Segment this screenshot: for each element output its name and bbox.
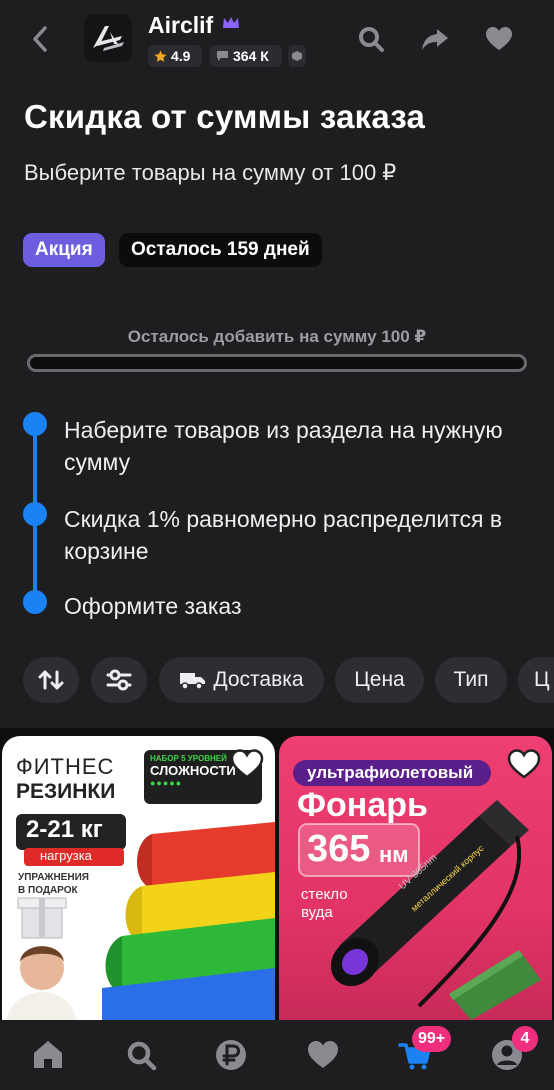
product2-title-line1: ультрафиолетовый (307, 763, 474, 782)
cart-count-badge: 99+ (412, 1026, 452, 1052)
step-2-text: Скидка 1% равномерно распределится в кор… (64, 506, 503, 564)
favorite-heart-icon[interactable] (230, 748, 264, 780)
type-filter[interactable]: Тип (435, 657, 507, 703)
delivery-filter[interactable]: Доставка (159, 657, 324, 703)
promo-page: Airclif 4.9 364 К Скидка от суммы заказа… (0, 0, 554, 1090)
promo-subtitle: Выберите товары на сумму от 100 ₽ (24, 160, 397, 185)
crown-icon (223, 17, 239, 28)
catalog-search-icon[interactable] (124, 1038, 158, 1072)
filter-bar: Доставка Цена Тип Ц (0, 657, 554, 705)
sort-icon (38, 670, 64, 690)
share-icon[interactable] (420, 24, 450, 54)
days-left-badge: Осталось 159 дней (119, 233, 322, 267)
product2-wavelength: 365 (307, 828, 371, 870)
search-icon[interactable] (356, 24, 386, 54)
step-dot-2 (23, 502, 47, 526)
truck-icon (180, 673, 206, 690)
store-name[interactable]: Airclif (148, 12, 213, 39)
profile-notification-badge: 4 (512, 1026, 538, 1052)
progress-bar (27, 354, 527, 372)
product1-gift-line2: В ПОДАРОК (18, 885, 78, 896)
back-arrow-icon[interactable] (26, 22, 56, 56)
airclif-logo-icon (93, 26, 124, 51)
rating-chip[interactable]: 4.9 (148, 45, 202, 67)
sliders-icon (106, 669, 132, 691)
step-dot-3 (23, 590, 47, 614)
step-1-text: Наберите товаров из раздела на нужную су… (64, 417, 503, 475)
product2-glass-line2: вуда (301, 904, 333, 921)
page-title: Скидка от суммы заказа (24, 98, 426, 135)
product-card-uv-flashlight[interactable]: ультрафиолетовый Фонарь 365 нм стекло ву… (279, 736, 552, 1020)
product1-load: нагрузка (40, 848, 92, 863)
home-icon[interactable] (31, 1038, 65, 1072)
product1-title-line2: РЕЗИНКИ (16, 780, 116, 803)
reviews-chip[interactable]: 364 К (210, 45, 282, 67)
delivery-filter-label: Доставка (213, 668, 304, 691)
ruble-icon[interactable] (214, 1038, 248, 1072)
product2-glass-line1: стекло (301, 886, 348, 903)
comment-icon (217, 51, 228, 61)
step-3-text: Оформите заказ (64, 593, 242, 619)
progress-label: Осталось добавить на сумму 100 ₽ (127, 327, 427, 346)
reviews-count: 364 К (233, 48, 269, 64)
favorite-heart-icon[interactable] (507, 748, 541, 780)
product1-title-line1: ФИТНЕС (16, 754, 115, 779)
product1-gift-line1: УПРАЖНЕНИЯ (18, 872, 89, 883)
top-bar: Airclif 4.9 364 К (0, 0, 554, 80)
product-grid: ФИТНЕС РЕЗИНКИ НАБОР 5 УРОВНЕЙ СЛОЖНОСТИ… (0, 728, 554, 1020)
price-filter[interactable]: Цена (335, 657, 424, 703)
product2-title-line2: Фонарь (297, 786, 428, 824)
store-logo[interactable] (84, 14, 132, 62)
rating-value: 4.9 (171, 48, 191, 64)
bottom-navigation: 99+ 4 (0, 1020, 554, 1090)
star-icon (154, 50, 167, 62)
color-filter[interactable]: Ц (518, 657, 554, 703)
product1-weight: 2-21 кг (26, 816, 103, 843)
product2-wavelength-unit: нм (379, 842, 409, 867)
promo-badge: Акция (23, 233, 105, 267)
box-icon (292, 51, 302, 61)
filters-button[interactable] (91, 657, 147, 703)
step-dot-1 (23, 412, 47, 436)
product-card-fitness-bands[interactable]: ФИТНЕС РЕЗИНКИ НАБОР 5 УРОВНЕЙ СЛОЖНОСТИ… (2, 736, 275, 1020)
heart-icon[interactable] (484, 24, 514, 54)
sort-button[interactable] (23, 657, 79, 703)
more-chip[interactable] (288, 45, 306, 67)
favorites-heart-icon[interactable] (306, 1038, 340, 1072)
